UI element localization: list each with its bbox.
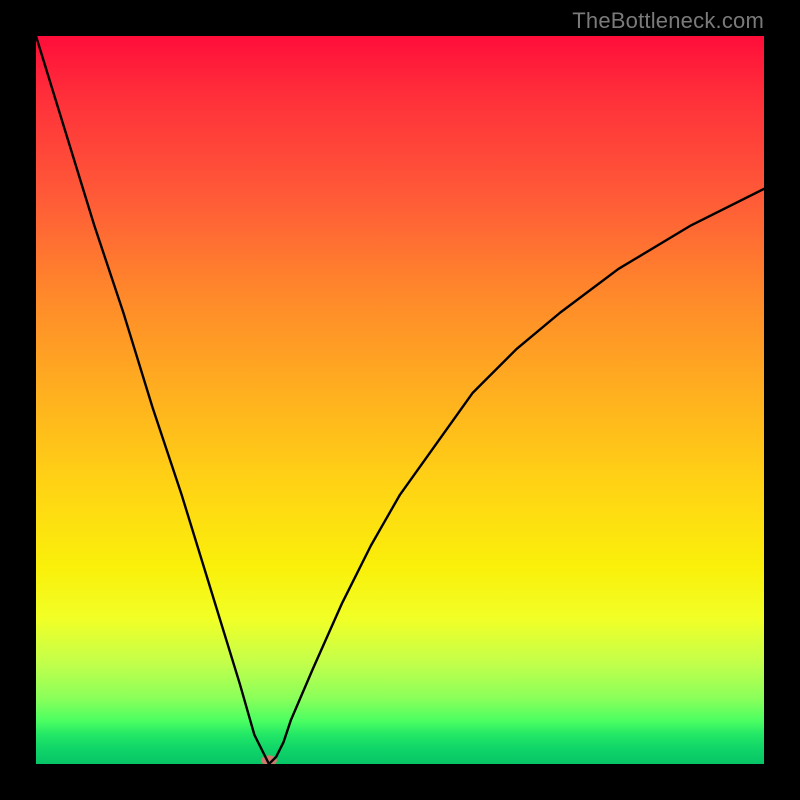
- plot-area: [36, 36, 764, 764]
- chart-frame: TheBottleneck.com: [0, 0, 800, 800]
- bottleneck-curve: [36, 36, 764, 764]
- watermark-text: TheBottleneck.com: [572, 8, 764, 34]
- curve-layer: [36, 36, 764, 764]
